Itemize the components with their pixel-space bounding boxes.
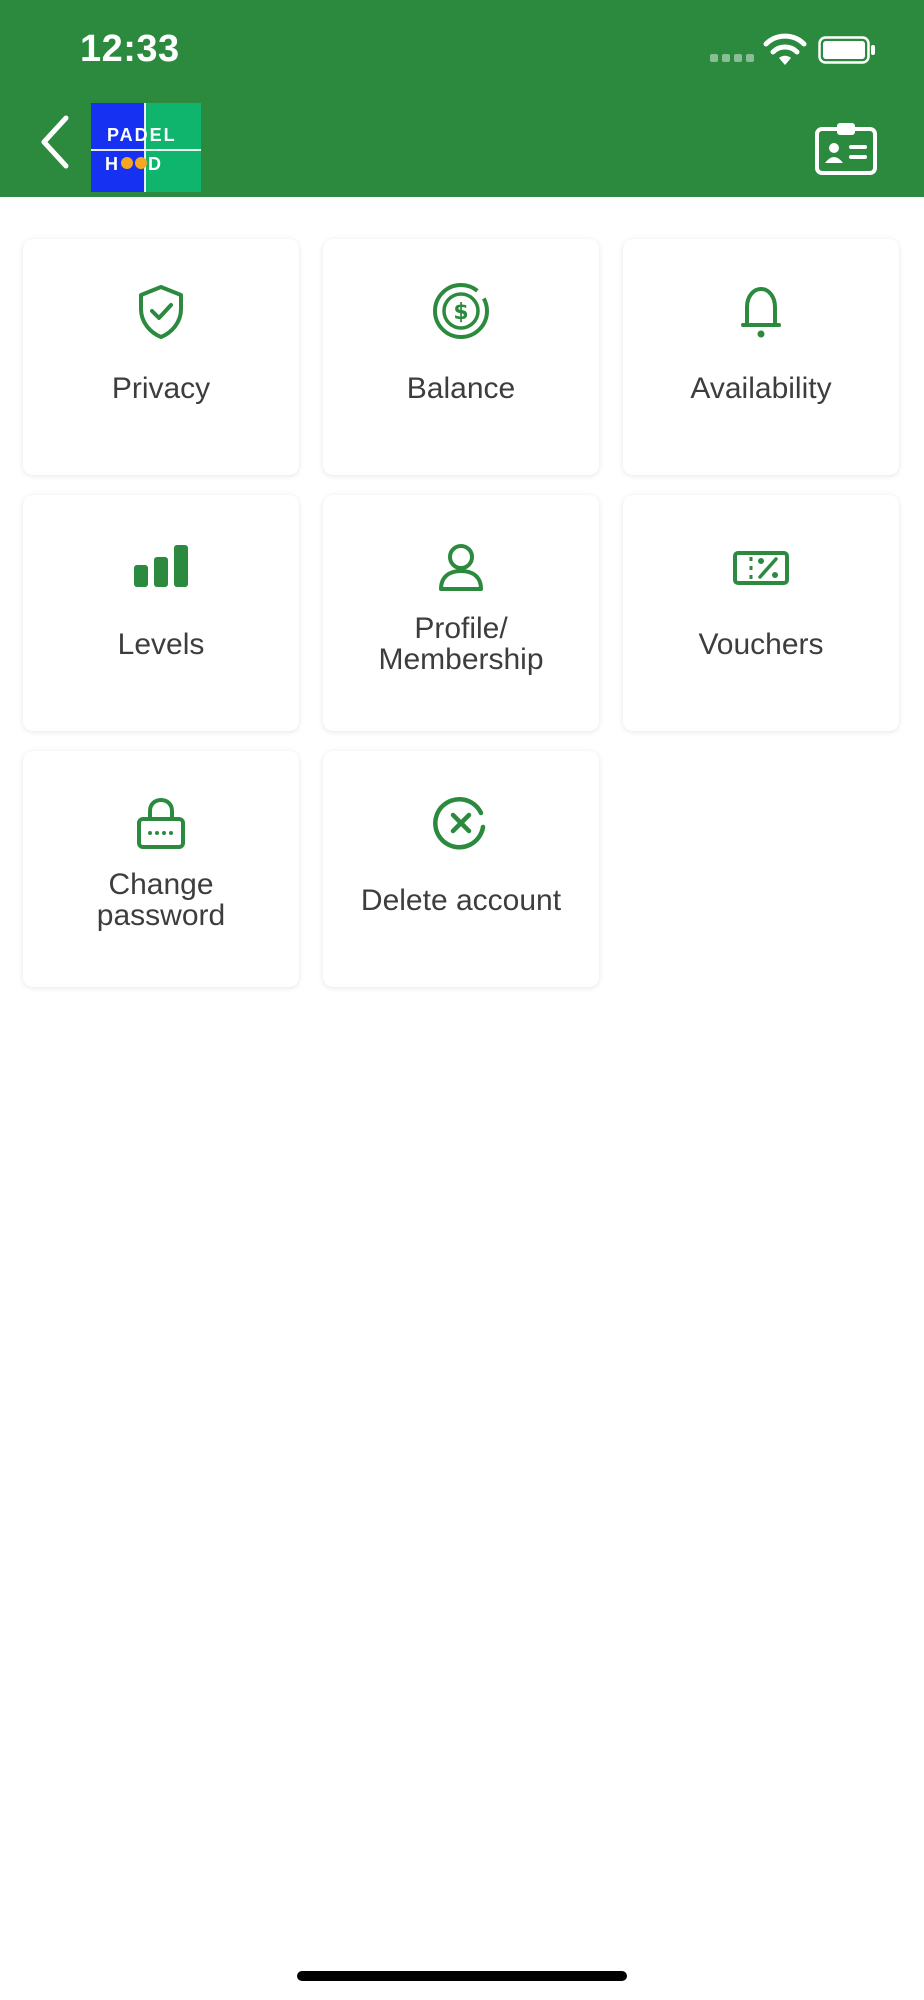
dollar-coin-icon: $ xyxy=(433,283,489,339)
contact-card-icon xyxy=(815,123,877,175)
menu-item-label: Profile/ Membership xyxy=(378,612,544,676)
menu-item-label: Change password xyxy=(96,868,226,932)
home-indicator xyxy=(297,1971,627,1981)
signal-dots-icon xyxy=(710,54,754,62)
padel-hood-logo: PADEL HD xyxy=(91,103,201,192)
user-icon xyxy=(439,544,483,591)
close-circle-icon xyxy=(433,797,486,850)
menu-item-label: Balance xyxy=(406,372,516,405)
menu-item-label: Delete account xyxy=(360,884,562,917)
account-menu-grid: Privacy $ Balance Availability Levels Pr… xyxy=(23,239,903,987)
menu-item-availability[interactable]: Availability xyxy=(623,239,899,475)
menu-item-profile-membership[interactable]: Profile/ Membership xyxy=(323,495,599,731)
menu-item-label: Vouchers xyxy=(698,628,824,661)
logo-text-bottom: HD xyxy=(105,154,163,174)
status-time: 12:33 xyxy=(80,28,180,70)
menu-item-balance[interactable]: $ Balance xyxy=(323,239,599,475)
menu-item-delete-account[interactable]: Delete account xyxy=(323,751,599,987)
bar-chart-icon xyxy=(134,545,188,587)
menu-item-change-password[interactable]: Change password xyxy=(23,751,299,987)
back-button[interactable] xyxy=(36,112,76,172)
menu-item-privacy[interactable]: Privacy xyxy=(23,239,299,475)
menu-item-levels[interactable]: Levels xyxy=(23,495,299,731)
menu-item-label: Privacy xyxy=(111,372,211,405)
menu-item-vouchers[interactable]: Vouchers xyxy=(623,495,899,731)
app-header: 12:33 PADEL HD xyxy=(0,0,924,197)
battery-icon xyxy=(818,36,875,64)
wifi-icon xyxy=(763,33,807,65)
contact-card-button[interactable] xyxy=(815,121,877,175)
menu-item-label: Levels xyxy=(117,628,205,661)
bell-icon xyxy=(741,287,781,338)
menu-item-label: Availability xyxy=(690,372,832,405)
lock-password-icon xyxy=(137,797,185,849)
voucher-percent-icon xyxy=(733,551,789,585)
shield-check-icon xyxy=(139,285,183,339)
logo-text-top: PADEL xyxy=(107,125,177,145)
svg-text:$: $ xyxy=(453,300,468,325)
